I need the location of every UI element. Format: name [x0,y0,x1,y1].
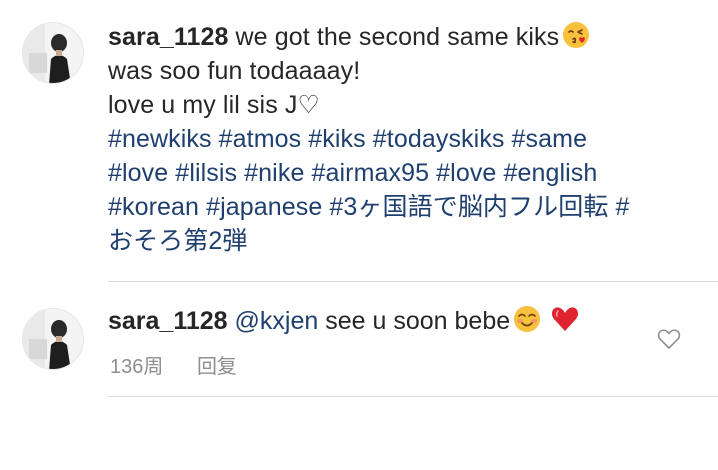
caption-line-2: was soo fun todaaaay! [108,57,361,85]
post-caption: sara_1128 we got the second same kiks wa… [108,20,688,258]
heart-outline-icon[interactable] [657,328,681,350]
hashtag-block: #newkiks #atmos #kiks #todayskiks #same … [108,122,688,258]
avatar-photo [23,309,83,369]
comment-text: see u soon bebe [325,307,511,335]
reply-button[interactable]: 回复 [197,356,237,378]
comment-username[interactable]: sara_1128 [108,307,228,335]
red-heart-icon [550,304,580,334]
comment-mention[interactable]: @kxjen [235,307,319,335]
comment: sara_1128 @kxjen see u soon bebe [108,304,668,338]
avatar[interactable] [22,308,84,370]
caption-line-1: sara_1128 we got the second same kiks [108,20,688,54]
face-blowing-kiss-icon [561,20,591,50]
comment-meta: 136周 回复 [110,350,265,379]
caption-text-1: we got the second same kiks [235,23,560,51]
avatar-photo [23,23,83,83]
caption-username[interactable]: sara_1128 [108,23,228,51]
smiling-face-icon [512,304,542,334]
divider [108,396,718,397]
hashtag-line[interactable]: #love #lilsis #nike #airmax95 #love #eng… [108,156,688,190]
hashtag-line[interactable]: #korean #japanese #3ヶ国語で脳内フル回転 # [108,190,688,224]
avatar[interactable] [22,22,84,84]
divider [108,281,718,282]
hashtag-line[interactable]: おそろ第2弾 [108,224,688,258]
hashtag-line[interactable]: #newkiks #atmos #kiks #todayskiks #same [108,122,688,156]
caption-line-3: love u my lil sis J♡ [108,91,320,119]
comment-time: 136周 [110,356,164,378]
